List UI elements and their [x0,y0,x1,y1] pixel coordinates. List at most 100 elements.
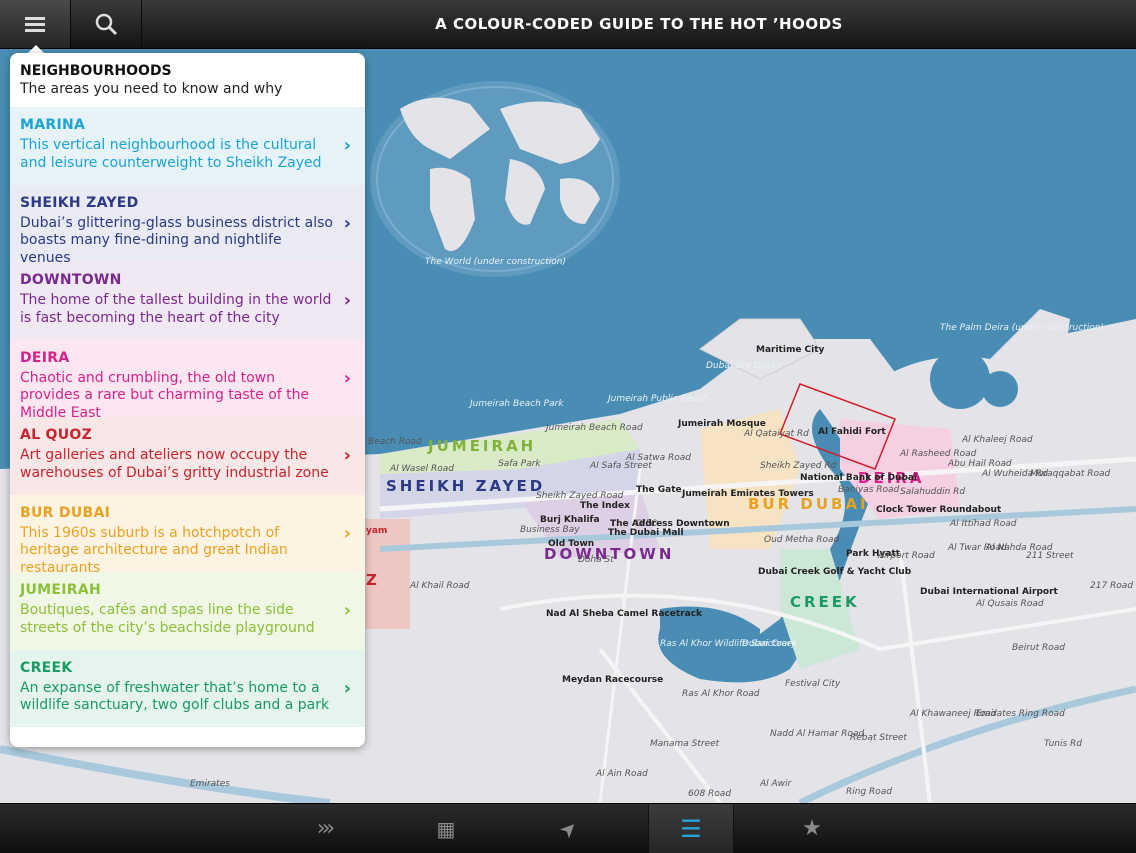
grid-icon: ▦ [436,816,456,841]
road-34: 608 Road [688,789,732,799]
label-dry-docks: Dubai Dry Docks [706,361,782,371]
place-meydan[interactable]: Meydan Racecourse [562,675,663,685]
neighbourhood-description: Chaotic and crumbling, the old town prov… [20,369,310,421]
place-the-index[interactable]: The Index [580,501,630,511]
neighbourhood-name: MARINA [20,117,86,133]
navigate-button[interactable]: ➤ [526,804,610,853]
road-16: Salahuddin Rd [900,487,966,497]
road-30: Rebat Street [850,733,907,743]
place-dubai-airport[interactable]: Dubai International Airport [920,587,1058,597]
chevron-right-icon: › [343,677,351,699]
chevrons-icon: ››› [316,816,336,841]
hood-al-quoz[interactable]: Z [366,571,380,589]
panel-header: NEIGHBOURHOODS The areas you need to kno… [10,53,365,107]
place-emirates-towers[interactable]: Jumeirah Emirates Towers [682,489,814,499]
road-26: Tunis Rd [1044,739,1083,749]
road-32: Al Awir [760,779,792,789]
place-al-fahidi-fort[interactable]: Al Fahidi Fort [818,427,886,437]
place-dubai-mall[interactable]: The Dubai Mall [608,528,684,538]
place-creek-golf[interactable]: Dubai Creek Golf & Yacht Club [758,567,911,577]
place-nad-al-sheba[interactable]: Nad Al Sheba Camel Racetrack [546,609,702,619]
road-23: Al Qusais Road [976,599,1044,609]
place-burj-khalifa[interactable]: Burj Khalifa [540,515,600,525]
road-2: Al Wasel Road [390,464,455,474]
search-icon [95,13,118,36]
place-national-bank[interactable]: National Bank of Dubai [800,473,917,483]
road-6: Sheikh Zayed Rd [760,461,837,471]
neighbourhood-name: JUMEIRAH [20,582,102,598]
road-7: Oud Metha Road [764,535,840,545]
hood-sheikh-zayed[interactable]: SHEIKH ZAYED [386,477,545,495]
chevron-right-icon: › [343,522,351,544]
road-1: Jumeirah Beach Road [546,423,643,433]
grid-button[interactable]: ▦ [404,804,488,853]
neighbourhood-item-deira[interactable]: DEIRA Chaotic and crumbling, the old town… [10,339,365,421]
favourites-button[interactable]: ★ [770,804,854,853]
neighbourhood-item-al-quoz[interactable]: AL QUOZ Art galleries and ateliers now oc… [10,417,365,495]
label-public-beach: Jumeirah Public Beach [608,394,709,404]
next-button[interactable]: ››› [282,804,366,853]
neighbourhood-name: DEIRA [20,349,70,366]
road-21: 211 Street [1026,551,1074,561]
road-27: Ras Al Khor Road [682,689,760,699]
neighbourhood-item-creek[interactable]: CREEK An expanse of freshwater that’s hom… [10,649,365,727]
top-bar: A COLOUR-CODED GUIDE TO THE HOT ’HOODS [0,0,1136,49]
road-37: Muraqqabat Road [1030,469,1111,479]
road-5: Al Qataiyat Rd [744,429,809,439]
chevron-right-icon: › [343,135,351,156]
place-jumeirah-mosque[interactable]: Jumeirah Mosque [678,419,766,429]
neighbourhood-description: Boutiques, cafés and spas line the side … [20,602,315,636]
neighbourhood-name: AL QUOZ [20,427,93,443]
chevron-right-icon: › [343,290,351,311]
neighbourhood-name: DOWNTOWN [20,272,122,288]
place-the-gate[interactable]: The Gate [636,485,682,495]
road-13: Abu Hail Road [948,459,1012,469]
road-18: Airport Road [878,551,935,561]
neighbourhood-name: SHEIKH ZAYED [20,194,139,211]
chevron-right-icon: › [343,367,351,389]
place-old-town[interactable]: Old Town [548,539,594,549]
label-dubai-creek: Dubai Creek [742,639,798,649]
panel-title: NEIGHBOURHOODS [20,63,172,79]
list-button[interactable]: ☰ [648,804,734,853]
neighbourhood-item-jumeirah[interactable]: JUMEIRAH Boutiques, cafés and spas line t… [10,572,365,650]
place-clock-tower[interactable]: Clock Tower Roundabout [876,505,1001,515]
road-9: Doha St [578,555,614,565]
road-31: Al Khawaneej Road [910,709,997,719]
label-beach-park: Jumeirah Beach Park [470,399,564,409]
neighbourhood-description: Art galleries and ateliers now occupy th… [20,447,329,481]
neighbourhood-description: This vertical neighbourhood is the cultu… [20,137,322,171]
road-8: Al Khail Road [410,581,470,591]
list-icon: ☰ [680,814,702,843]
bottom-toolbar: ››› ▦ ➤ ☰ ★ [0,803,1136,853]
search-button[interactable] [71,0,142,48]
neighbourhood-description: The home of the tallest building in the … [20,292,332,326]
road-24: Beirut Road [1012,643,1065,653]
label-yam: yam [366,526,388,536]
navigate-arrow-icon: ➤ [553,814,583,843]
hood-creek[interactable]: CREEK [790,593,860,611]
place-maritime-city[interactable]: Maritime City [756,345,824,355]
chevron-right-icon: › [343,212,351,234]
road-10: Al Safa Street [590,461,652,471]
neighbourhood-item-bur-dubai[interactable]: BUR DUBAI This 1960s suburb is a hotchpot… [10,494,365,576]
place-safa-park: Safa Park [498,459,541,469]
hood-jumeirah[interactable]: JUMEIRAH [428,437,536,455]
neighbourhood-item-downtown[interactable]: DOWNTOWN The home of the tallest building… [10,262,365,340]
star-icon: ★ [802,816,822,841]
road-11: Baniyas Road [838,485,900,495]
neighbourhood-name: BUR DUBAI [20,504,111,521]
chevron-right-icon: › [343,600,351,621]
label-festival-city: Festival City [785,679,841,689]
panel-subtitle: The areas you need to know and why [20,81,283,97]
neighbourhood-item-marina[interactable]: MARINA This vertical neighbourhood is the… [10,107,365,185]
neighbourhood-item-sheikh-zayed[interactable]: SHEIKH ZAYED Dubai’s glittering-glass bus… [10,184,365,266]
chevron-right-icon: › [343,445,351,466]
road-4: Sheikh Zayed Road [536,491,624,501]
road-15: Al Khaleej Road [962,435,1033,445]
neighbourhood-name: CREEK [20,659,73,676]
label-the-world: The World (under construction) [425,257,566,267]
road-35: Al Ain Road [596,769,648,779]
neighbourhood-description: This 1960s suburb is a hotchpotch of her… [20,524,288,576]
menu-button[interactable] [0,0,71,48]
